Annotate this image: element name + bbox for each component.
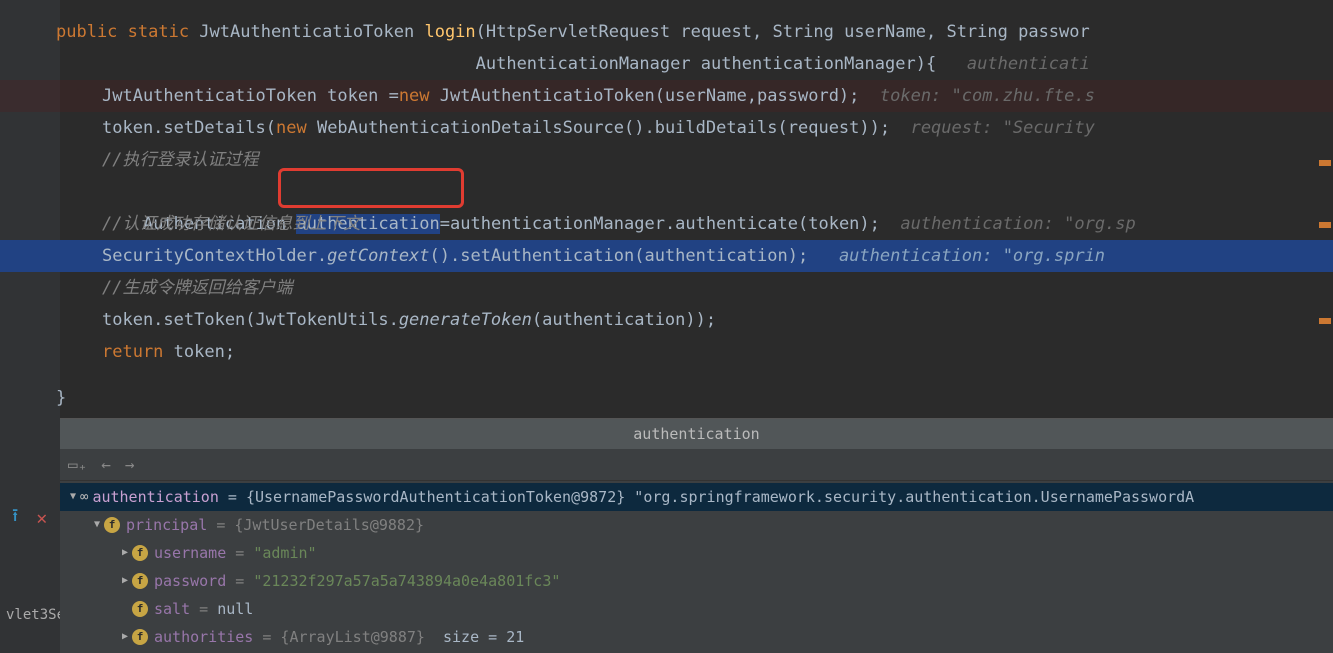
inline-hint: request: "Security bbox=[911, 118, 1095, 138]
inline-hint: authentication: "org.sprin bbox=[839, 246, 1105, 266]
expand-icon[interactable] bbox=[118, 623, 132, 651]
field-icon: f bbox=[104, 517, 120, 533]
upload-icon[interactable]: ⭱ bbox=[12, 503, 18, 533]
var-value: null bbox=[217, 595, 253, 623]
var-row[interactable]: f password = "21232f297a57a5a743894a0e4a… bbox=[60, 567, 1333, 595]
debugger-panel: authentication ▭₊ ← → ∞ authentication =… bbox=[60, 418, 1333, 653]
execution-line[interactable]: SecurityContextHolder.getContext().setAu… bbox=[0, 240, 1333, 272]
var-row[interactable]: f username = "admin" bbox=[60, 539, 1333, 567]
var-name: username bbox=[154, 539, 226, 567]
gutter-mark-icon bbox=[1319, 222, 1331, 228]
var-value: size = 21 bbox=[443, 623, 524, 651]
var-row[interactable]: f authorities = {ArrayList@9887} size = … bbox=[60, 623, 1333, 651]
code-line[interactable]: AuthenticationManager authenticationMana… bbox=[0, 48, 1333, 80]
inline-hint: token: "com.zhu.fte.s bbox=[880, 86, 1095, 106]
code-line[interactable]: token.setDetails(new WebAuthenticationDe… bbox=[0, 112, 1333, 144]
variables-tree[interactable]: ∞ authentication = {UsernamePasswordAuth… bbox=[60, 481, 1333, 653]
var-name: authentication bbox=[92, 483, 218, 511]
inline-hint: authenticati bbox=[967, 54, 1090, 74]
search-text: authentication bbox=[633, 425, 759, 443]
code-line[interactable]: public static JwtAuthenticatioToken logi… bbox=[0, 16, 1333, 48]
comment: //生成令牌返回给客户端 bbox=[102, 278, 292, 298]
comment: //执行登录认证过程 bbox=[102, 150, 258, 170]
params: (HttpServletRequest request, String user… bbox=[476, 22, 1090, 42]
code-editor[interactable]: public static JwtAuthenticatioToken logi… bbox=[0, 0, 1333, 414]
var-row[interactable]: f principal = {JwtUserDetails@9882} bbox=[60, 511, 1333, 539]
comment: //认证成功存储认证信息到上下文 bbox=[102, 214, 360, 234]
code-line[interactable]: token.setToken(JwtTokenUtils.generateTok… bbox=[0, 304, 1333, 336]
expand-icon[interactable] bbox=[90, 511, 104, 539]
left-action-icons: ⭱ ✕ bbox=[12, 503, 47, 533]
field-icon: f bbox=[132, 573, 148, 589]
var-root-row[interactable]: ∞ authentication = {UsernamePasswordAuth… bbox=[60, 483, 1333, 511]
expand-icon[interactable] bbox=[118, 567, 132, 595]
type: JwtAuthenticatioToken bbox=[199, 22, 424, 42]
expand-icon[interactable] bbox=[66, 483, 80, 511]
code-line[interactable]: //执行登录认证过程 bbox=[0, 144, 1333, 176]
keyword: public static bbox=[56, 22, 199, 42]
expand-icon[interactable] bbox=[118, 539, 132, 567]
var-value: = {JwtUserDetails@9882} bbox=[216, 511, 424, 539]
gutter-mark-icon bbox=[1319, 318, 1331, 324]
nav-back-icon[interactable]: ← bbox=[101, 455, 111, 474]
var-name: salt bbox=[154, 595, 190, 623]
var-name: authorities bbox=[154, 623, 253, 651]
expand-icon bbox=[118, 595, 132, 623]
code-line[interactable]: JwtAuthenticatioToken token =new JwtAuth… bbox=[0, 80, 1333, 112]
field-icon: f bbox=[132, 629, 148, 645]
close-icon[interactable]: ✕ bbox=[36, 508, 47, 529]
var-row[interactable]: f salt = null bbox=[60, 595, 1333, 623]
code-line[interactable]: return token; bbox=[0, 336, 1333, 368]
code-line[interactable]: Authentication authentication=authentica… bbox=[0, 176, 1333, 208]
var-value: "21232f297a57a5a743894a0e4a801fc3" bbox=[253, 567, 560, 595]
var-value: "admin" bbox=[253, 539, 316, 567]
nav-forward-icon[interactable]: → bbox=[125, 455, 135, 474]
new-watch-icon[interactable]: ▭₊ bbox=[68, 455, 87, 474]
variable-search-bar[interactable]: authentication bbox=[60, 419, 1333, 449]
field-icon: f bbox=[132, 601, 148, 617]
field-icon: f bbox=[132, 545, 148, 561]
code-line[interactable]: //生成令牌返回给客户端 bbox=[0, 272, 1333, 304]
gutter-mark-icon bbox=[1319, 160, 1331, 166]
var-name: password bbox=[154, 567, 226, 595]
code-line[interactable]: //认证成功存储认证信息到上下文 bbox=[0, 208, 1333, 240]
code-line[interactable]: } bbox=[0, 382, 1333, 414]
method-name: login bbox=[424, 22, 475, 42]
var-value: = {UsernamePasswordAuthenticationToken@9… bbox=[228, 483, 634, 511]
debug-toolbar: ▭₊ ← → bbox=[60, 449, 1333, 481]
watch-icon: ∞ bbox=[80, 483, 88, 511]
var-name: principal bbox=[126, 511, 207, 539]
